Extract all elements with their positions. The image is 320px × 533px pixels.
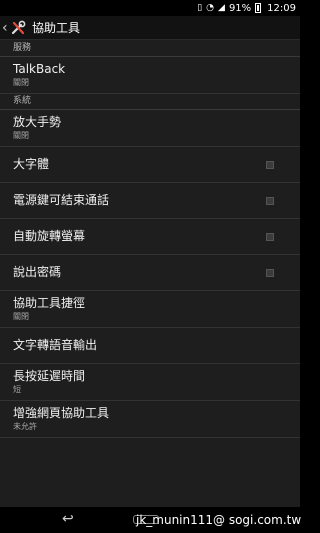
setting-summary: 關閉 [13,312,29,321]
setting-title: 說出密碼 [13,265,62,279]
setting-talkback[interactable]: TalkBack 關閉 [0,57,300,94]
setting-magnification[interactable]: 放大手勢 關閉 [0,110,300,147]
status-bar: ▯ ◔ ◢ 91% 12:09 [0,0,300,16]
setting-title: TalkBack [13,62,66,76]
setting-title: 自動旋轉螢幕 [13,229,86,243]
setting-summary: 未允許 [13,422,37,431]
speak-passwords-checkbox[interactable] [266,268,274,277]
setting-title: 放大手勢 [13,115,62,129]
setting-speak-passwords[interactable]: 說出密碼 [0,255,300,291]
battery-percent: 91% [228,2,252,14]
tools-icon [11,20,26,34]
battery-icon [255,3,262,13]
navigation-bar: ↩ jk_munin111@ sogi.com.tw [0,507,302,533]
signal-icon: ◢ [218,3,225,13]
accessibility-settings-screen: ▯ ◔ ◢ 91% 12:09 ‹ 協助工具 服務 TalkBack 關閉 系統… [0,0,302,533]
setting-title: 協助工具捷徑 [13,296,86,310]
settings-list: 服務 TalkBack 關閉 系統 放大手勢 關閉 大字體 電源鍵可結束通話 自… [0,41,300,438]
setting-title: 大字體 [13,157,50,171]
setting-summary: 短 [13,385,21,394]
power-ends-call-checkbox[interactable] [266,196,274,205]
setting-web-accessibility[interactable]: 增強網頁協助工具 未允許 [0,401,300,438]
vibrate-icon: ▯ [197,3,203,13]
setting-summary: 關閉 [13,78,29,87]
setting-power-ends-call[interactable]: 電源鍵可結束通話 [0,183,300,219]
setting-large-text[interactable]: 大字體 [0,147,300,183]
large-text-checkbox[interactable] [266,160,274,169]
setting-tts-output[interactable]: 文字轉語音輸出 [0,328,300,364]
auto-rotate-checkbox[interactable] [266,232,274,241]
back-arrow-icon[interactable]: ↩ [62,511,74,527]
clock: 12:09 [267,2,296,14]
setting-auto-rotate[interactable]: 自動旋轉螢幕 [0,219,300,255]
setting-title: 文字轉語音輸出 [13,338,98,352]
setting-title: 增強網頁協助工具 [13,406,110,420]
setting-title: 長按延遲時間 [13,369,86,383]
section-header-system: 系統 [0,94,300,110]
back-chevron-icon[interactable]: ‹ [2,16,10,40]
section-header-services: 服務 [0,41,300,57]
watermark: jk_munin111@ sogi.com.tw [136,513,302,527]
setting-accessibility-shortcut[interactable]: 協助工具捷徑 關閉 [0,291,300,328]
page-title: 協助工具 [32,21,81,35]
setting-summary: 關閉 [13,131,29,140]
setting-long-press-delay[interactable]: 長按延遲時間 短 [0,364,300,401]
setting-title: 電源鍵可結束通話 [13,193,110,207]
wifi-icon: ◔ [206,3,215,13]
action-bar[interactable]: ‹ 協助工具 [0,16,300,40]
